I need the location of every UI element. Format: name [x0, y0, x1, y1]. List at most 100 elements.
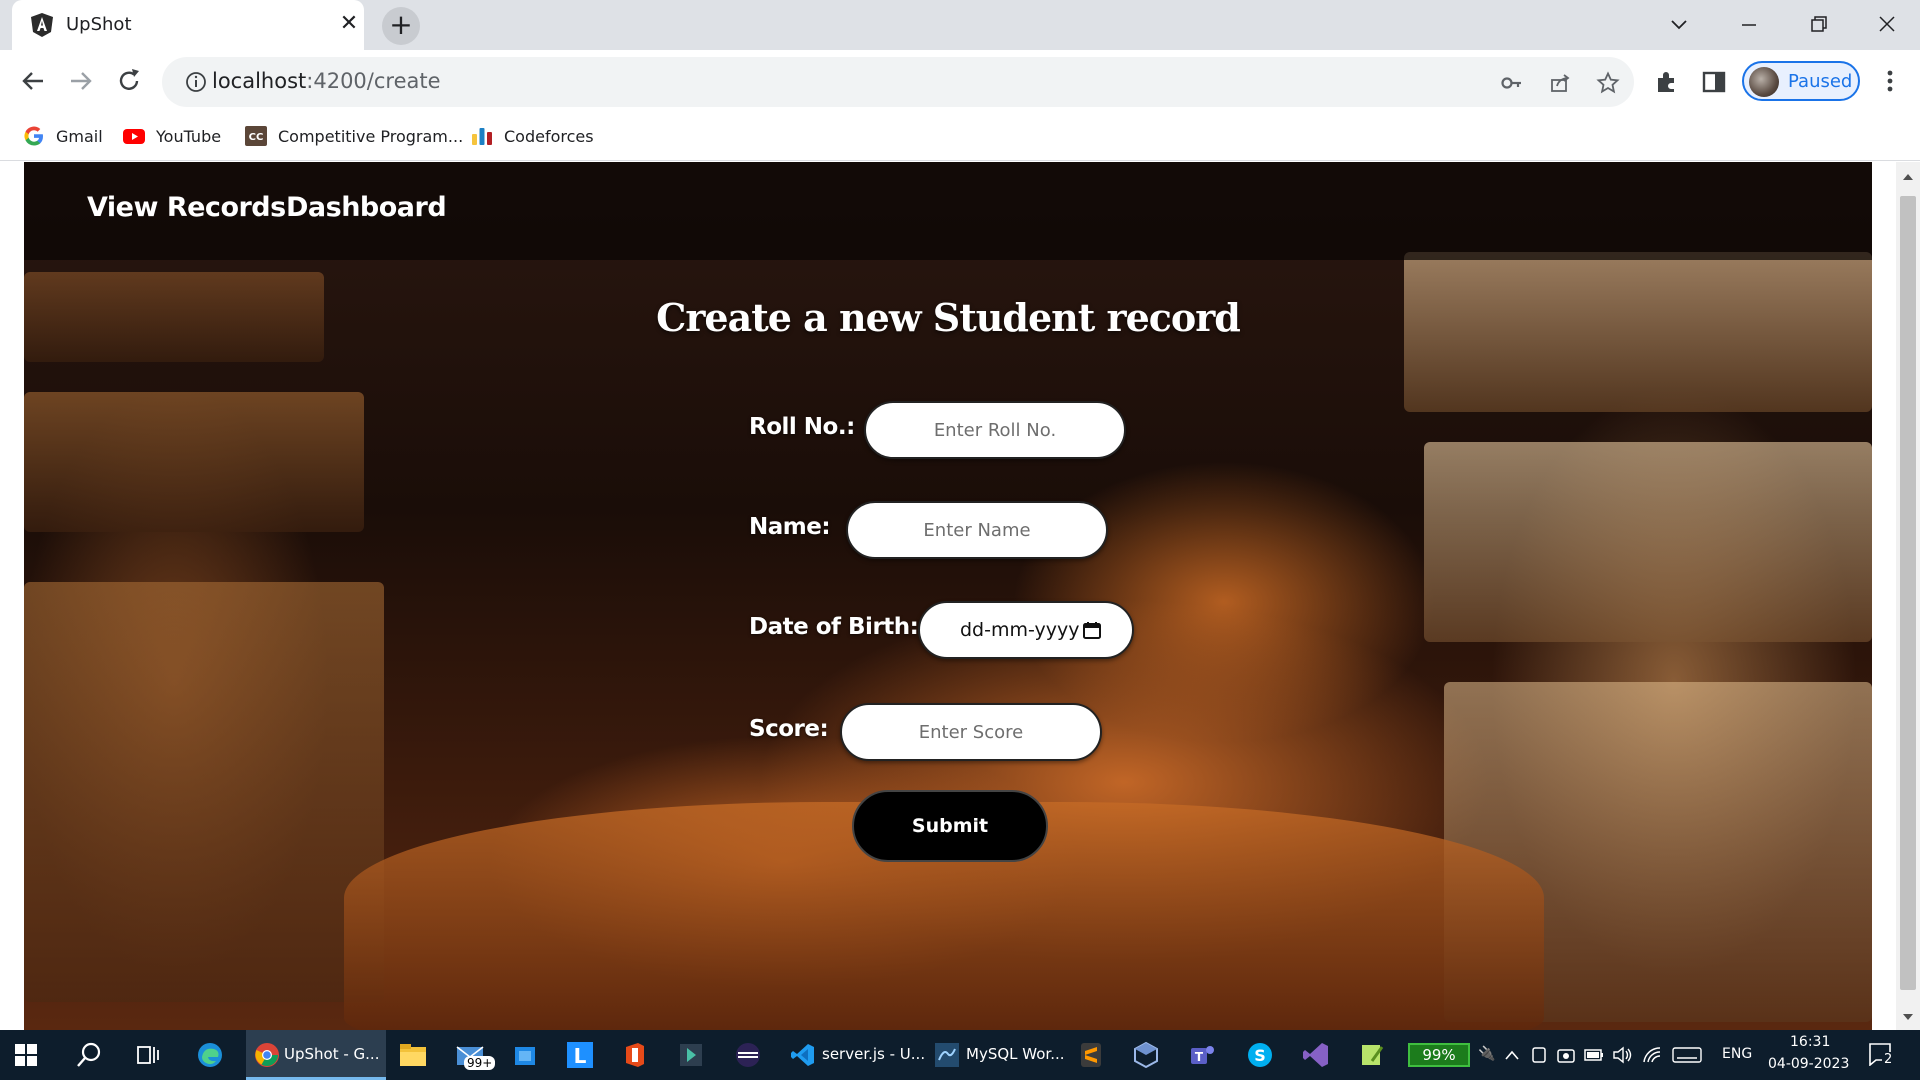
- minimize-icon[interactable]: [1726, 8, 1772, 42]
- meet-now-icon[interactable]: [1556, 1046, 1576, 1064]
- taskbar-vscode-label: server.js - U...: [822, 1045, 926, 1063]
- svg-text:T: T: [1195, 1050, 1204, 1064]
- score-label: Score:: [749, 716, 829, 742]
- windows-start-icon[interactable]: [14, 1043, 38, 1067]
- scroll-up-icon[interactable]: [1896, 168, 1920, 188]
- taskbar-mysql-label: MySQL Wor...: [966, 1045, 1065, 1063]
- address-bar[interactable]: localhost:4200/create: [162, 57, 1634, 107]
- bookmark-gmail[interactable]: Gmail: [22, 123, 103, 149]
- name-input[interactable]: [846, 501, 1108, 559]
- bookmark-competitive-programming[interactable]: CC Competitive Program...: [244, 123, 463, 149]
- eclipse-icon[interactable]: [734, 1041, 762, 1069]
- lens-app-icon[interactable]: L: [566, 1041, 594, 1069]
- background-book: [24, 582, 384, 1002]
- tab-strip: UpShot ✕ +: [0, 0, 1920, 50]
- cc-icon: CC: [245, 126, 267, 146]
- new-tab-button[interactable]: +: [382, 7, 420, 45]
- wifi-icon[interactable]: [1642, 1046, 1664, 1064]
- bookmark-codeforces[interactable]: Codeforces: [470, 123, 594, 149]
- score-input[interactable]: [840, 703, 1102, 761]
- store-icon[interactable]: [512, 1042, 538, 1068]
- extensions-icon[interactable]: [1652, 68, 1680, 96]
- notification-count: 2: [1882, 1052, 1895, 1067]
- terminal-app-icon[interactable]: [678, 1042, 704, 1068]
- scroll-down-icon[interactable]: [1896, 1006, 1920, 1026]
- battery-indicator[interactable]: 99%: [1408, 1043, 1470, 1067]
- vscode-icon: [791, 1044, 814, 1066]
- nav-dashboard[interactable]: Dashboard: [286, 192, 447, 223]
- clock-date[interactable]: 04-09-2023: [1768, 1056, 1849, 1072]
- close-window-icon[interactable]: [1864, 8, 1910, 42]
- share-icon[interactable]: [1548, 71, 1572, 95]
- page-viewport: View Records Dashboard Create a new Stud…: [0, 162, 1920, 1030]
- battery-icon[interactable]: [1584, 1047, 1604, 1063]
- taskbar-mail-app[interactable]: 99+: [452, 1030, 496, 1080]
- svg-text:L: L: [574, 1044, 587, 1068]
- taskbar-chrome-app[interactable]: UpShot - G...: [246, 1030, 386, 1080]
- back-icon[interactable]: [16, 64, 50, 98]
- power-plug-icon[interactable]: 🔌: [1478, 1046, 1495, 1062]
- bookmark-youtube[interactable]: YouTube: [122, 123, 221, 149]
- edge-icon[interactable]: [196, 1041, 224, 1069]
- avatar: [1749, 67, 1779, 97]
- teams-icon[interactable]: T: [1188, 1041, 1216, 1069]
- svg-text:S: S: [1254, 1046, 1266, 1065]
- notepad-plus-icon[interactable]: [1358, 1041, 1386, 1069]
- url-text[interactable]: localhost:4200/create: [212, 69, 441, 93]
- bookmark-label: Gmail: [56, 126, 103, 146]
- bookmark-star-icon[interactable]: [1596, 71, 1620, 95]
- search-icon[interactable]: [76, 1042, 102, 1068]
- language-indicator[interactable]: ENG: [1722, 1046, 1752, 1062]
- forward-icon[interactable]: [64, 64, 98, 98]
- dob-label: Date of Birth:: [749, 614, 919, 640]
- nav-view-records[interactable]: View Records: [87, 192, 286, 223]
- mail-badge: 99+: [464, 1056, 496, 1070]
- keyboard-icon[interactable]: [1672, 1047, 1702, 1063]
- chevron-up-icon[interactable]: [1504, 1049, 1520, 1061]
- background-book: [24, 392, 364, 532]
- office-icon[interactable]: [622, 1041, 648, 1069]
- app-container: View Records Dashboard Create a new Stud…: [24, 162, 1872, 1030]
- notification-center[interactable]: 2: [1868, 1042, 1898, 1068]
- virtualbox-icon[interactable]: [1132, 1041, 1160, 1069]
- side-panel-icon[interactable]: [1700, 68, 1728, 96]
- tab-title: UpShot: [66, 14, 132, 35]
- taskbar-mysql-app[interactable]: MySQL Wor...: [928, 1030, 1065, 1080]
- taskbar: UpShot - G... 99+ L server.js - U... MyS…: [0, 1030, 1920, 1080]
- device-icon[interactable]: [1530, 1046, 1548, 1064]
- reload-icon[interactable]: [112, 64, 146, 98]
- visual-studio-icon[interactable]: [1302, 1041, 1330, 1069]
- name-label: Name:: [749, 514, 831, 540]
- roll-no-label: Roll No.:: [749, 414, 855, 440]
- sublime-icon[interactable]: [1078, 1041, 1104, 1069]
- angular-icon: [31, 13, 53, 37]
- taskbar-chrome-label: UpShot - G...: [284, 1045, 380, 1063]
- site-info-icon[interactable]: [184, 70, 208, 94]
- mysql-workbench-icon: [935, 1043, 959, 1067]
- task-view-icon[interactable]: [136, 1043, 160, 1067]
- profile-status: Paused: [1788, 71, 1853, 92]
- profile-button[interactable]: Paused: [1742, 61, 1860, 101]
- skype-icon[interactable]: S: [1246, 1041, 1274, 1069]
- roll-no-input[interactable]: [864, 401, 1126, 459]
- clock-time[interactable]: 16:31: [1790, 1034, 1830, 1050]
- dob-input[interactable]: dd-mm-yyyy: [918, 601, 1134, 659]
- scrollbar-thumb[interactable]: [1900, 196, 1916, 990]
- tab-search-icon[interactable]: [1656, 8, 1702, 42]
- close-tab-icon[interactable]: ✕: [334, 9, 364, 39]
- bookmark-label: YouTube: [156, 126, 222, 146]
- page-title: Create a new Student record: [656, 295, 1241, 340]
- dob-placeholder: dd-mm-yyyy: [960, 619, 1080, 641]
- codeforces-icon: [472, 128, 492, 145]
- youtube-icon: [123, 129, 145, 144]
- restore-icon[interactable]: [1796, 8, 1842, 42]
- submit-button[interactable]: Submit: [852, 790, 1048, 862]
- browser-tab[interactable]: UpShot ✕: [12, 0, 364, 50]
- file-explorer-icon[interactable]: [398, 1041, 428, 1069]
- more-menu-icon[interactable]: [1880, 66, 1900, 96]
- key-icon[interactable]: [1500, 71, 1524, 95]
- volume-icon[interactable]: [1612, 1046, 1634, 1064]
- page-scrollbar[interactable]: [1896, 162, 1920, 1030]
- calendar-icon[interactable]: [1082, 620, 1102, 640]
- taskbar-vscode-app[interactable]: server.js - U...: [784, 1030, 925, 1080]
